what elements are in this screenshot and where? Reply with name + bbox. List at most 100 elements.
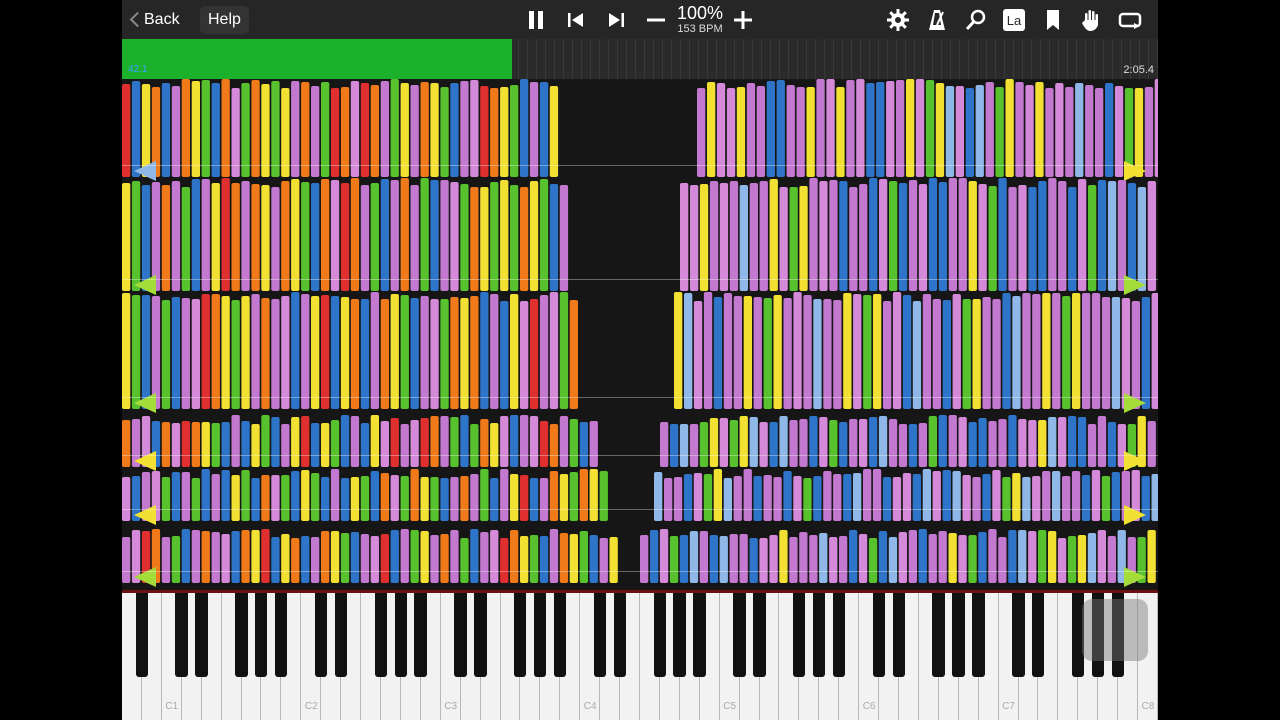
black-key[interactable] — [553, 593, 567, 677]
falling-note — [709, 418, 719, 467]
falling-note — [529, 478, 539, 521]
black-key[interactable] — [1012, 593, 1025, 677]
black-key[interactable] — [872, 593, 886, 677]
falling-note — [430, 477, 439, 521]
falling-note — [1131, 301, 1140, 409]
falling-note — [918, 529, 927, 583]
black-key[interactable] — [593, 593, 607, 677]
falling-note — [440, 299, 449, 409]
black-key[interactable] — [135, 593, 148, 677]
falling-note — [201, 531, 210, 583]
falling-note — [1147, 421, 1156, 467]
hand-button[interactable] — [1077, 6, 1105, 34]
falling-note — [529, 299, 539, 409]
falling-note — [281, 475, 290, 521]
metronome-button[interactable] — [923, 6, 951, 34]
falling-note — [783, 298, 792, 409]
falling-note — [729, 420, 738, 467]
falling-note — [609, 537, 618, 583]
black-key[interactable] — [514, 593, 527, 677]
black-key[interactable] — [613, 593, 627, 677]
help-button[interactable]: Help — [200, 6, 249, 34]
note-labels-button[interactable]: La — [1000, 6, 1028, 34]
black-key[interactable] — [275, 593, 288, 677]
falling-note — [1134, 88, 1144, 177]
black-key[interactable] — [673, 593, 686, 677]
loop-button[interactable] — [1116, 6, 1144, 34]
falling-note — [191, 478, 200, 521]
falling-note — [281, 424, 290, 467]
tempo-decrease-button[interactable] — [642, 6, 670, 34]
falling-note — [539, 421, 549, 467]
falling-note — [952, 471, 961, 521]
falling-note — [1018, 185, 1027, 291]
falling-note — [510, 294, 519, 409]
black-key[interactable] — [653, 593, 666, 677]
skip-forward-button[interactable] — [602, 6, 630, 34]
black-key[interactable] — [414, 593, 427, 677]
black-key[interactable] — [972, 593, 985, 677]
black-key[interactable] — [474, 593, 487, 677]
bookmark-button[interactable] — [1039, 6, 1067, 34]
black-key[interactable] — [1032, 593, 1045, 677]
falling-note — [420, 418, 429, 467]
pause-button[interactable] — [522, 6, 550, 34]
falling-note — [998, 178, 1007, 291]
falling-note — [1114, 86, 1124, 177]
black-key[interactable] — [534, 593, 547, 677]
skip-back-button[interactable] — [562, 6, 590, 34]
falling-note — [793, 292, 802, 409]
falling-note — [948, 415, 957, 467]
black-key[interactable] — [693, 593, 706, 677]
black-key[interactable] — [394, 593, 407, 677]
falling-note — [350, 532, 360, 583]
black-key[interactable] — [255, 593, 268, 677]
black-key[interactable] — [793, 593, 806, 677]
falling-note — [856, 79, 865, 177]
black-key[interactable] — [175, 593, 188, 677]
keyboard-scroll-handle[interactable] — [1082, 599, 1148, 661]
falling-note — [500, 538, 509, 583]
black-key[interactable] — [892, 593, 905, 677]
falling-note — [823, 299, 832, 409]
falling-note — [1127, 183, 1137, 291]
falling-note — [500, 416, 509, 467]
octave-label: C5 — [723, 701, 737, 712]
falling-note — [549, 529, 559, 583]
black-key[interactable] — [235, 593, 248, 677]
black-key[interactable] — [753, 593, 766, 677]
falling-note — [843, 293, 852, 409]
black-key[interactable] — [832, 593, 846, 677]
settings-button[interactable] — [884, 6, 912, 34]
falling-note — [803, 478, 812, 521]
black-key[interactable] — [952, 593, 965, 677]
falling-note — [480, 532, 489, 583]
falling-note — [520, 475, 529, 521]
falling-note — [161, 83, 171, 177]
falling-note — [181, 187, 190, 291]
falling-note — [321, 82, 330, 177]
black-key[interactable] — [195, 593, 208, 677]
falling-note — [559, 474, 569, 521]
black-key[interactable] — [454, 593, 467, 677]
band-label-guide — [122, 397, 1158, 398]
falling-note — [1072, 293, 1081, 409]
falling-note — [773, 295, 782, 409]
black-key[interactable] — [812, 593, 826, 677]
black-key[interactable] — [314, 593, 328, 677]
black-key[interactable] — [733, 593, 746, 677]
black-key[interactable] — [334, 593, 348, 677]
tempo-increase-button[interactable] — [729, 6, 757, 34]
search-button[interactable] — [962, 6, 990, 34]
black-key[interactable] — [932, 593, 945, 677]
falling-note — [131, 181, 141, 291]
falling-note — [400, 295, 409, 409]
falling-note — [340, 183, 350, 291]
song-progress-bar[interactable]: 42.1 2:05.4 — [122, 39, 1158, 79]
falling-note — [948, 533, 957, 583]
piano-keyboard[interactable]: C1 C2 C3 C4 C5 C6 C7 C8 — [122, 590, 1158, 720]
back-button[interactable]: Back — [128, 6, 180, 34]
falling-note — [410, 85, 419, 177]
black-key[interactable] — [374, 593, 387, 677]
falling-note — [410, 185, 419, 291]
